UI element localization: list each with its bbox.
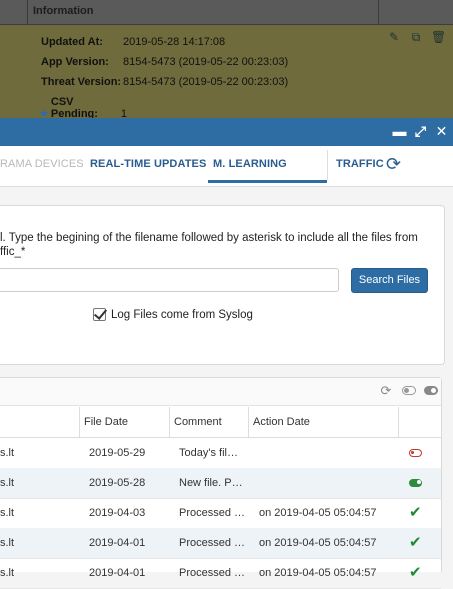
table-header: File Date Comment Action Date [0, 407, 441, 438]
minimize-icon[interactable]: ▬ [392, 124, 407, 139]
checkmark-icon: ✔ [409, 534, 422, 551]
cell-comment: Processed … [179, 537, 246, 549]
cell-file-date: 2019-05-28 [89, 477, 146, 489]
table-toolbar: ⟳ [0, 378, 441, 406]
column-divider [398, 407, 399, 437]
active-tab-indicator [208, 180, 327, 183]
cell-action-date: on 2019-04-05 05:04:57 [259, 537, 377, 549]
info-panel-actions: ✎ ⧉ 🗑 [387, 30, 446, 44]
table-row[interactable]: s.lt 2019-04-01 Processed … on 2019-04-0… [0, 528, 441, 559]
info-row-app-version: App Version: 8154-5473 (2019-05-22 00:23:… [41, 56, 288, 68]
search-files-button[interactable]: Search Files [351, 268, 428, 293]
toggle-off-icon[interactable] [402, 386, 416, 395]
header-divider [27, 0, 28, 24]
tab-panorama-devices[interactable]: RAMA DEVICES [0, 158, 84, 170]
cell-action-date: on 2019-04-05 05:04:57 [259, 567, 377, 579]
search-panel: l. Type the begining of the filename fol… [0, 205, 445, 365]
trash-icon[interactable]: 🗑 [431, 30, 446, 44]
column-divider [79, 407, 80, 437]
info-value: 2019-05-28 14:17:08 [123, 36, 226, 48]
cell-comment: Today's fil… [179, 447, 238, 459]
cell-file-date: 2019-05-29 [89, 447, 146, 459]
table-row[interactable]: s.lt 2019-04-03 Processed … on 2019-04-0… [0, 498, 441, 529]
cell-comment: New file. P… [179, 477, 243, 489]
cell-filename: s.lt [0, 537, 15, 549]
open-icon[interactable]: ⧉ [409, 30, 423, 44]
cell-filename: s.lt [0, 567, 15, 579]
column-header-comment[interactable]: Comment [174, 416, 222, 428]
cell-file-date: 2019-04-01 [89, 567, 146, 579]
syslog-label: Log Files come from Syslog [111, 308, 253, 321]
tab-bar: RAMA DEVICES REAL-TIME UPDATES M. LEARNI… [0, 146, 453, 187]
cell-action-date: on 2019-04-05 05:04:57 [259, 507, 377, 519]
status-toggle-off-icon[interactable] [409, 446, 423, 460]
syslog-option[interactable]: Log Files come from Syslog [93, 308, 253, 321]
header-divider [378, 0, 379, 24]
info-label: App Version: [41, 56, 109, 68]
cell-filename: s.lt [0, 507, 15, 519]
info-label: CSV Pending: [50, 96, 98, 120]
info-row-csv-pending: ★CSV Pending: 1 [39, 96, 127, 120]
status-toggle-on-icon[interactable] [409, 476, 423, 490]
search-hint-line: ffic_* [0, 246, 26, 258]
info-row-updated: Updated At: 2019-05-28 14:17:08 [41, 36, 225, 48]
search-hint: l. Type the begining of the filename fol… [0, 231, 440, 259]
info-value: 8154-5473 (2019-05-22 00:23:03) [123, 56, 289, 68]
checkmark-icon: ✔ [409, 504, 422, 521]
tab-machine-learning[interactable]: M. LEARNING [213, 158, 287, 170]
modal-titlebar[interactable]: ▬ ⤢ ✕ [0, 118, 453, 146]
tab-real-time-updates[interactable]: REAL-TIME UPDATES [90, 158, 206, 170]
reload-icon[interactable]: ⟳ [378, 383, 394, 399]
cell-filename: s.lt [0, 477, 15, 489]
column-divider [169, 407, 170, 437]
column-header-action-date[interactable]: Action Date [253, 416, 310, 428]
maximize-icon[interactable]: ⤢ [413, 124, 428, 139]
cell-file-date: 2019-04-03 [89, 507, 146, 519]
table-row[interactable]: s.lt 2019-05-29 Today's fil… [0, 438, 441, 469]
filename-search-input[interactable] [0, 268, 339, 292]
cell-comment: Processed … [179, 567, 246, 579]
cell-comment: Processed … [179, 507, 246, 519]
info-label: Threat Version: [41, 76, 122, 88]
table-row[interactable]: s.lt 2019-04-01 Processed … on 2019-04-0… [0, 558, 441, 589]
refresh-icon[interactable]: ⟳ [386, 154, 406, 174]
files-table-panel: ⟳ File Date Comment Action Date s.lt 201… [0, 377, 442, 589]
window-controls: ▬ ⤢ ✕ [392, 124, 449, 139]
table-row[interactable]: s.lt 2019-05-28 New file. P… [0, 468, 441, 499]
info-panel-header: Information [0, 0, 453, 25]
column-header-file-date[interactable]: File Date [84, 416, 128, 428]
info-label: Updated At: [41, 36, 103, 48]
toggle-on-icon[interactable] [424, 386, 438, 395]
tab-traffic[interactable]: TRAFFIC [336, 158, 384, 170]
search-hint-line: l. Type the begining of the filename fol… [0, 232, 418, 244]
column-divider [248, 407, 249, 437]
files-modal: ▬ ⤢ ✕ RAMA DEVICES REAL-TIME UPDATES M. … [0, 118, 453, 589]
checkmark-icon: ✔ [409, 564, 422, 581]
syslog-checkbox[interactable] [93, 308, 106, 321]
edit-icon[interactable]: ✎ [387, 30, 401, 44]
info-value: 8154-5473 (2019-05-22 00:23:03) [123, 76, 289, 88]
background-info-panel: Information ✎ ⧉ 🗑 Updated At: 2019-05-28 … [0, 0, 453, 120]
tab-divider [327, 150, 328, 180]
close-icon[interactable]: ✕ [434, 124, 449, 139]
cell-filename: s.lt [0, 447, 15, 459]
info-row-threat-version: Threat Version: 8154-5473 (2019-05-22 00:… [41, 76, 288, 88]
cell-file-date: 2019-04-01 [89, 537, 146, 549]
info-panel-title: Information [33, 5, 94, 17]
